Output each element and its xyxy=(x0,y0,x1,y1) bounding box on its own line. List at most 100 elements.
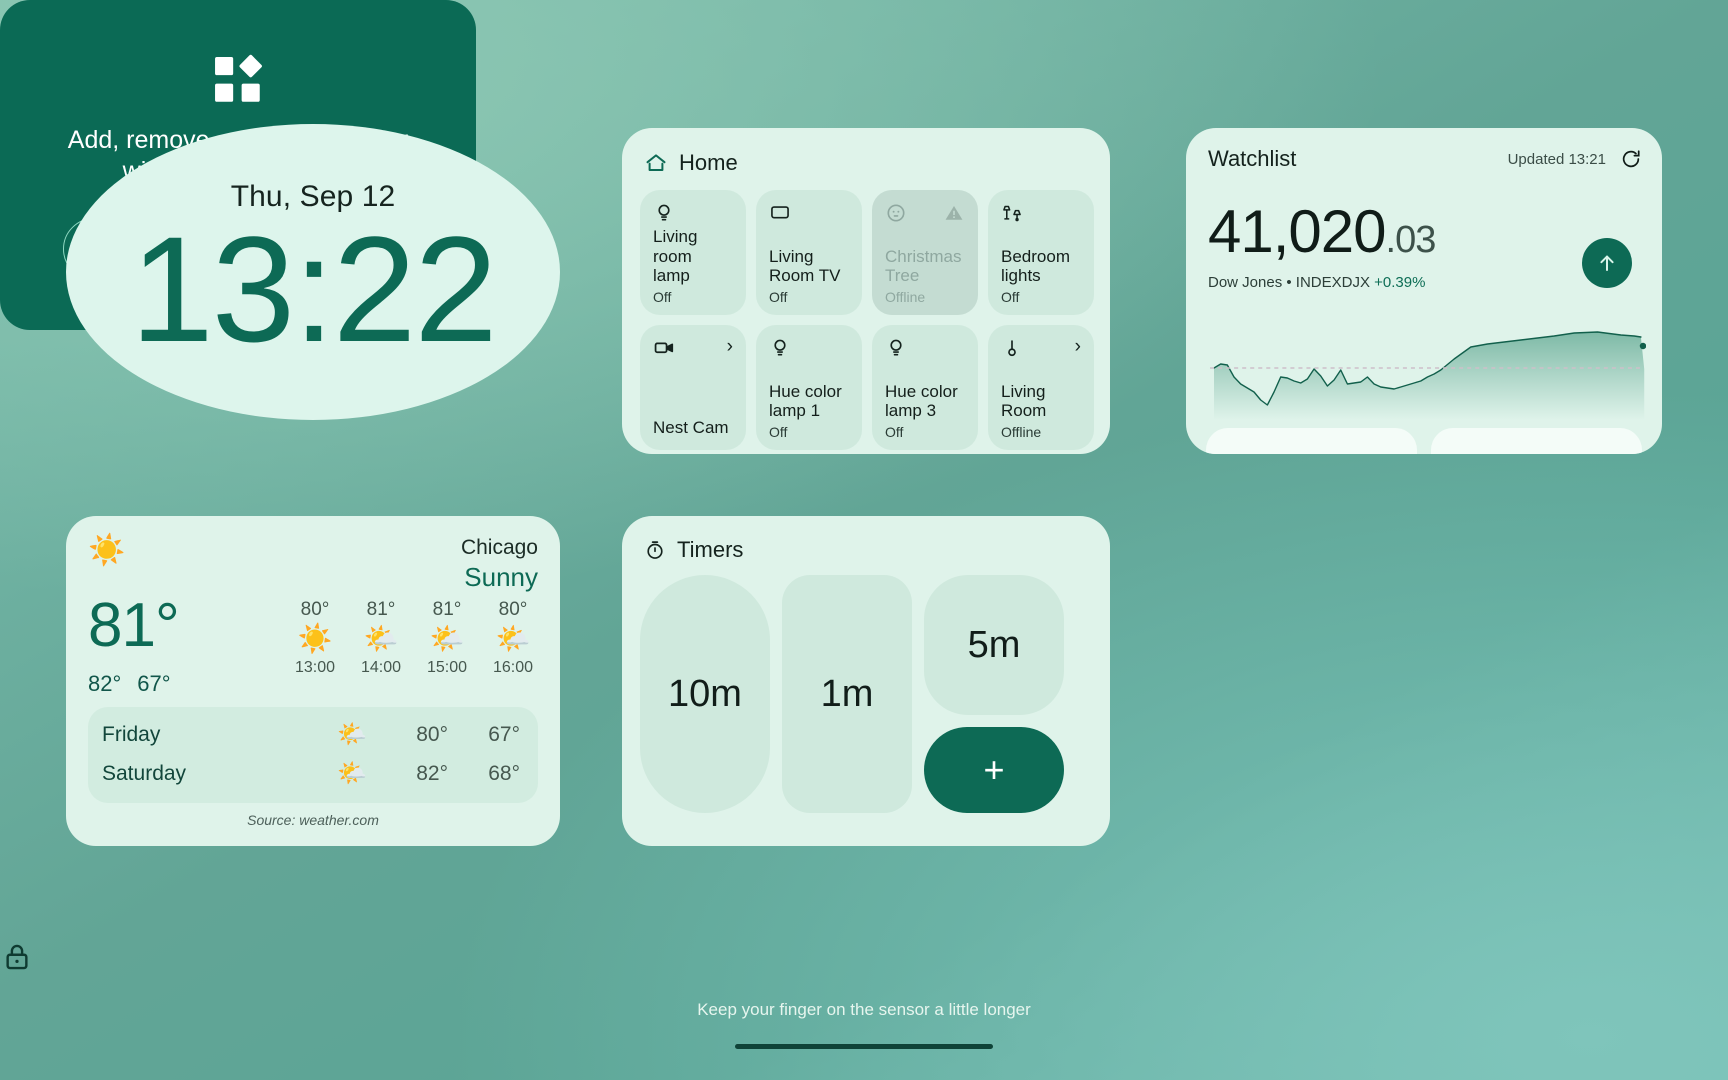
watchlist-title: Watchlist xyxy=(1208,146,1297,171)
tile-state: Offline xyxy=(885,289,926,305)
tile-label: Hue color lamp 1 xyxy=(769,381,842,420)
hour-temp: 81° xyxy=(432,599,462,620)
tile-label: Bedroom lights xyxy=(1001,246,1070,285)
watchlist-widget[interactable]: Watchlist Updated 13:21 41,020.03 Dow Jo… xyxy=(1186,128,1662,454)
stopwatch-icon xyxy=(644,539,666,561)
hour-time: 13:00 xyxy=(294,659,336,676)
watchlist-subtitle: Dow Jones • INDEXDJX +0.39% xyxy=(1208,274,1642,291)
tile-state: Off xyxy=(769,424,788,440)
tv-icon xyxy=(769,202,791,224)
tile-state: Off xyxy=(653,289,672,305)
day-high: 80° xyxy=(416,722,448,746)
weather-high-low: 82° 67° xyxy=(88,671,187,697)
sun-cloud-icon: 🌤️ xyxy=(363,623,399,654)
home-title: Home xyxy=(679,150,738,175)
home-tile-grid: Living room lamp Off Living Room TV Off xyxy=(640,190,1094,450)
watchlist-change: +0.39% xyxy=(1374,274,1426,291)
weather-low: 67° xyxy=(137,671,171,696)
sun-cloud-icon: 🌤️ xyxy=(429,623,465,654)
clock-widget[interactable]: Thu, Sep 12 13:22 xyxy=(66,124,560,420)
sun-cloud-icon: 🌤️ xyxy=(337,721,367,748)
watchlist-header: Watchlist Updated 13:21 xyxy=(1208,146,1642,172)
plus-icon: + xyxy=(983,749,1005,790)
bulb-icon xyxy=(769,337,791,359)
arrow-up-icon[interactable] xyxy=(1582,238,1632,288)
tile-label: Hue color lamp 3 xyxy=(885,381,958,420)
weather-high: 82° xyxy=(88,671,122,696)
timer-chip[interactable]: 10m xyxy=(640,575,770,813)
hour-item: 81° 🌤️ 14:00 xyxy=(356,599,406,677)
tile-label: Nest Cam xyxy=(653,417,729,437)
home-tile[interactable]: Bedroom lights Off xyxy=(988,190,1094,315)
mini-quote-whole: 17,584 xyxy=(1449,449,1551,454)
day-low: 68° xyxy=(488,761,520,785)
lock-hint: Keep your finger on the sensor a little … xyxy=(697,1000,1031,1019)
sun-cloud-icon: 🌤️ xyxy=(495,623,531,654)
weather-daily: Friday 🌤️ 80° 67° Saturday 🌤️ 82° 68° xyxy=(88,707,538,803)
timers-body: 10m 1m 5m + xyxy=(640,575,1094,813)
home-widget[interactable]: Home Living room lamp Off Living Room TV… xyxy=(622,128,1110,454)
bulb-icon xyxy=(653,202,675,224)
hour-temp: 81° xyxy=(366,599,396,620)
tile-label: Living Room xyxy=(1001,381,1047,420)
home-header: Home xyxy=(644,150,1094,176)
watchlist-sparkline xyxy=(1204,324,1646,420)
tile-label: Living room lamp xyxy=(653,227,698,285)
sun-icon: ☀️ xyxy=(88,534,126,567)
watchlist-index-name: Dow Jones • INDEXDJX xyxy=(1208,274,1375,291)
tile-state: Off xyxy=(769,289,788,305)
home-tile[interactable]: Christmas Tree Offline xyxy=(872,190,978,315)
timers-title: Timers xyxy=(677,537,744,562)
widgets-icon xyxy=(209,51,267,109)
day-high: 82° xyxy=(416,761,448,785)
hour-temp: 80° xyxy=(300,599,330,620)
sun-icon: ☀️ xyxy=(297,623,333,654)
home-tile[interactable]: Hue color lamp 3 Off xyxy=(872,325,978,450)
refresh-icon[interactable] xyxy=(1620,148,1642,170)
home-tile[interactable]: › Nest Cam xyxy=(640,325,746,450)
watchlist-updated: Updated 13:21 xyxy=(1507,150,1606,168)
sun-cloud-icon: 🌤️ xyxy=(337,760,367,787)
tile-label: Living Room TV xyxy=(769,246,841,285)
home-tile[interactable]: Living room lamp Off xyxy=(640,190,746,315)
mini-quote[interactable]: 5,593.85 xyxy=(1206,428,1417,454)
weather-header: ☀️ Chicago Sunny xyxy=(88,536,538,593)
timer-chip[interactable]: 5m xyxy=(924,575,1064,715)
chevron-right-icon[interactable]: › xyxy=(727,337,733,357)
weather-current-temp: 81° xyxy=(88,591,180,660)
outlet-icon xyxy=(885,202,907,224)
tile-state: Off xyxy=(1001,289,1020,305)
tile-state: Offline xyxy=(1001,424,1042,440)
day-low: 67° xyxy=(488,722,520,746)
lockscreen-widget-board: Thu, Sep 12 13:22 Home Living room lamp … xyxy=(0,0,1728,1080)
home-tile[interactable]: Living Room TV Off xyxy=(756,190,862,315)
day-name: Friday xyxy=(102,722,161,746)
day-name: Saturday xyxy=(102,761,187,785)
weather-current: 81° 82° 67° 80° ☀️ 13:00 81° 🌤️ 14:00 81° xyxy=(88,595,538,697)
bulb-icon xyxy=(885,337,907,359)
hour-item: 80° 🌤️ 16:00 xyxy=(488,599,538,677)
hour-time: 14:00 xyxy=(360,659,402,676)
mini-quote-whole: 5,593 xyxy=(1224,449,1307,454)
home-tile[interactable]: Hue color lamp 1 Off xyxy=(756,325,862,450)
price-cents: .03 xyxy=(1385,219,1437,261)
watchlist-price: 41,020.03 xyxy=(1208,202,1642,262)
home-icon xyxy=(644,151,668,175)
lock-icon[interactable] xyxy=(0,940,1728,974)
timer-chip[interactable]: 1m xyxy=(782,575,912,813)
weather-widget[interactable]: ☀️ Chicago Sunny 81° 82° 67° 80° ☀️ 13:00 xyxy=(66,516,560,846)
add-timer-button[interactable]: + xyxy=(924,727,1064,813)
home-tile[interactable]: › Living Room Offline xyxy=(988,325,1094,450)
mini-quote[interactable]: 17,584.07 xyxy=(1431,428,1642,454)
camera-icon xyxy=(653,337,675,359)
chevron-right-icon[interactable]: › xyxy=(1075,337,1081,357)
timers-widget[interactable]: Timers 10m 1m 5m + xyxy=(622,516,1110,846)
hour-item: 81° 🌤️ 15:00 xyxy=(422,599,472,677)
weather-source: Source: weather.com xyxy=(247,812,379,828)
tile-label: Christmas Tree xyxy=(885,246,962,285)
day-row: Friday 🌤️ 80° 67° xyxy=(102,715,520,754)
home-indicator[interactable] xyxy=(735,1044,993,1049)
thermometer-icon xyxy=(1001,337,1023,359)
warning-icon xyxy=(943,202,965,224)
hour-temp: 80° xyxy=(498,599,528,620)
